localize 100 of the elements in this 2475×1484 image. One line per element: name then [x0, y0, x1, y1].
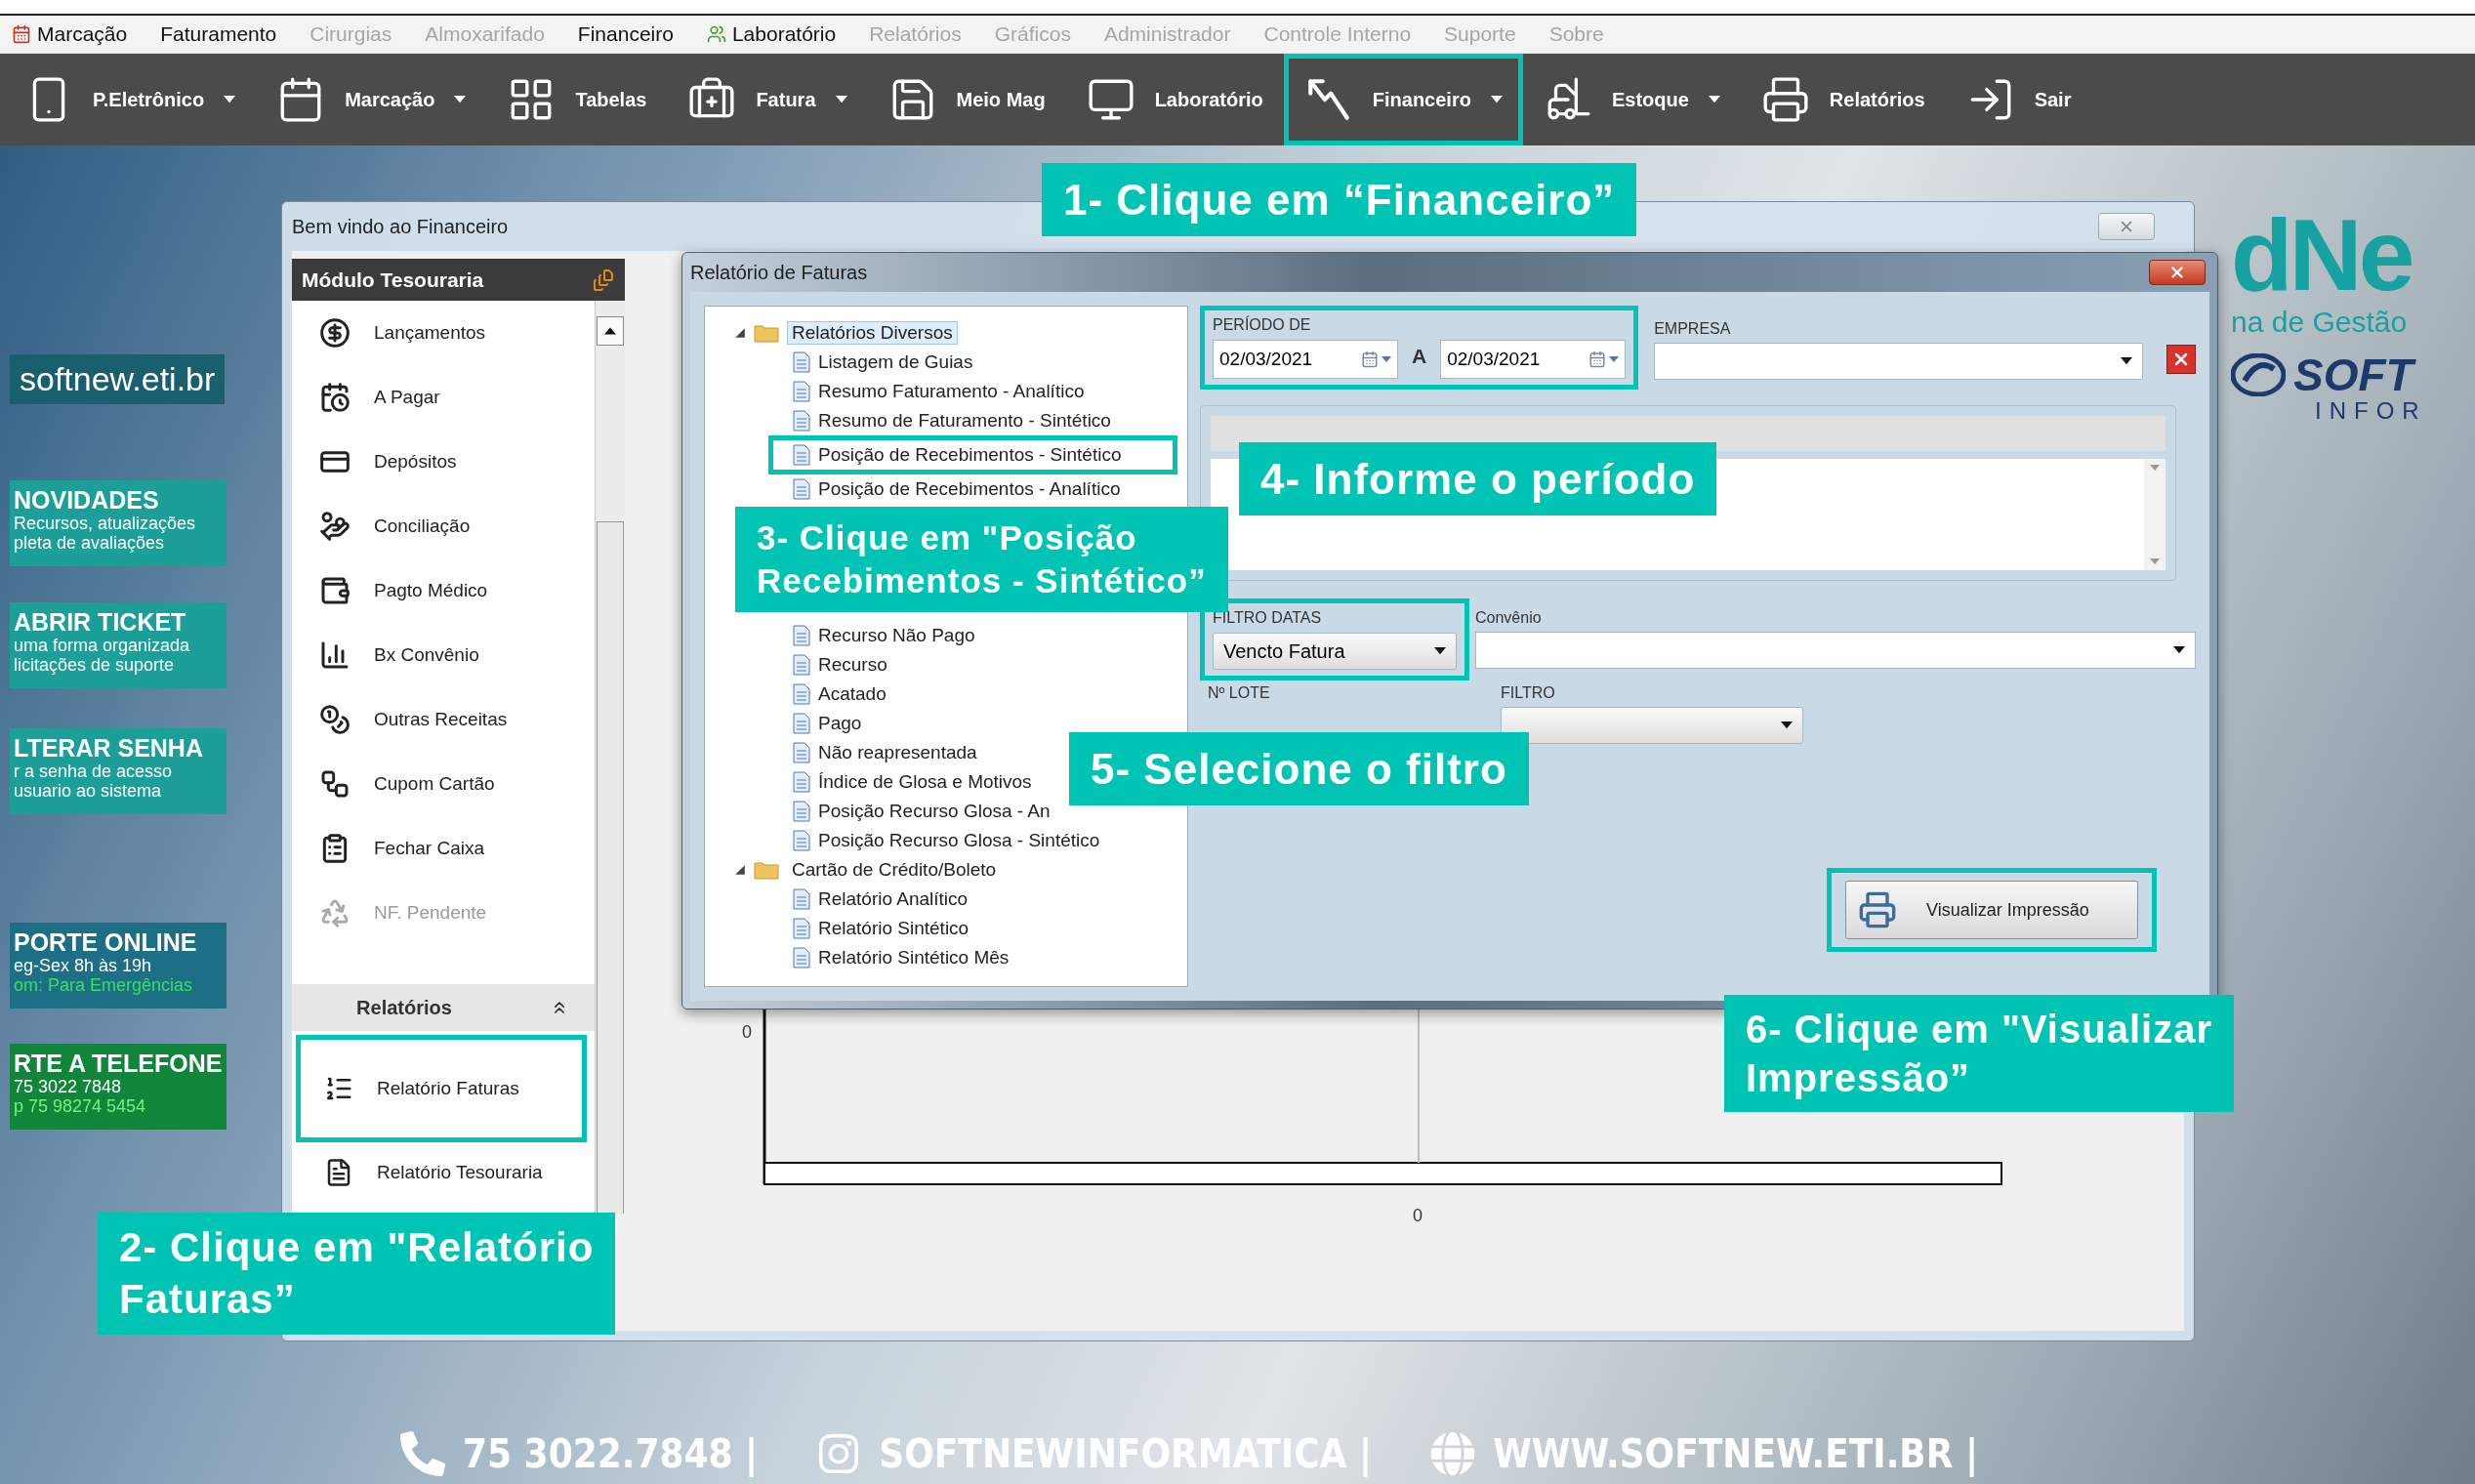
tree-item[interactable]: Recurso — [773, 650, 887, 680]
field-label: FILTRO — [1501, 684, 1556, 702]
field-label: EMPRESA — [1654, 320, 1732, 338]
document-icon — [793, 713, 810, 734]
tree-item-label[interactable]: Relatórios Diversos — [787, 321, 958, 345]
menu-item[interactable]: Faturamento — [160, 22, 277, 46]
tree-item[interactable]: Cartão de Crédito/Boleto — [705, 855, 1187, 885]
brand-name: dNe — [2231, 204, 2413, 306]
nav-item[interactable]: Conciliação — [292, 494, 595, 558]
banner-title: LTERAR SENHA — [14, 734, 204, 763]
document-icon — [793, 410, 810, 432]
tree-item[interactable]: Resumo Faturamento - Analítico — [773, 377, 1085, 406]
printer-icon — [1858, 890, 1897, 929]
tree-item[interactable]: Relatório Analítico — [773, 885, 969, 914]
callout-label: 6- Clique em "Visualizar Impressão” — [1724, 995, 2234, 1112]
nav-item[interactable]: Outras Receitas — [292, 687, 595, 752]
documents-icon[interactable] — [592, 268, 615, 292]
tree-item[interactable]: Acatado — [773, 680, 887, 709]
document-icon — [793, 947, 810, 969]
dialog-title: Relatório de Faturas — [690, 261, 868, 284]
document-icon — [793, 771, 810, 793]
nav-item[interactable]: Fechar Caixa — [292, 816, 595, 881]
dropdown-field[interactable] — [1654, 343, 2143, 380]
tree-item[interactable]: Não reapresentada — [773, 738, 977, 767]
tree-item[interactable]: Relatórios Diversos — [705, 318, 1187, 348]
scroll-up-arrow-icon[interactable] — [604, 327, 616, 335]
tree-item[interactable]: Listagem de Guias — [773, 348, 973, 377]
brand-tagline: na de Gestão — [2231, 306, 2409, 339]
tree-item[interactable]: Posição de Recebimentos - Sintético — [773, 440, 1122, 470]
axis-tick-label: 0 — [742, 1022, 752, 1042]
toolbar-button[interactable]: Fatura — [672, 59, 863, 141]
banner-text: p 75 98274 5454 — [14, 1096, 147, 1117]
nodes-icon — [319, 768, 351, 800]
tree-item[interactable]: Pago — [773, 709, 862, 738]
caret-icon — [1609, 356, 1620, 362]
wallet-icon — [319, 575, 351, 606]
banner-text: 75 3022 7848 — [14, 1078, 123, 1097]
close-button[interactable] — [2149, 260, 2206, 285]
clear-button[interactable] — [2166, 345, 2196, 374]
expand-toggle-icon[interactable] — [734, 864, 746, 876]
field-label: PERÍODO DE — [1213, 316, 1312, 334]
dropdown-field[interactable] — [1501, 707, 1803, 744]
banner-title: PORTE ONLINE — [14, 928, 198, 957]
banner-text: om: Para Emergências — [14, 975, 194, 996]
dropdown-field[interactable] — [1475, 632, 2196, 669]
toolbar-button[interactable]: Relatórios — [1745, 59, 1941, 141]
field-label: Nº LOTE — [1208, 684, 1271, 702]
folder-icon — [754, 323, 779, 343]
date-field[interactable]: 02/03/2021 — [1213, 340, 1398, 379]
tree-item[interactable]: Posição Recurso Glosa - An — [773, 797, 1051, 826]
document-icon — [793, 351, 810, 373]
section-header[interactable]: Relatórios — [292, 984, 595, 1031]
close-icon — [2168, 264, 2186, 281]
banner-title: NOVIDADES — [14, 486, 160, 515]
nav-item[interactable]: Depósitos — [292, 430, 595, 494]
expand-toggle-icon[interactable] — [734, 327, 746, 339]
callout-label: 1- Clique em “Financeiro” — [1042, 163, 1637, 236]
phone-icon — [400, 1431, 445, 1476]
menu-item[interactable]: Marcação — [12, 22, 128, 46]
dropdown-field[interactable]: Vencto Fatura — [1213, 633, 1457, 670]
calendar-icon — [1588, 350, 1607, 368]
tree-item[interactable]: Relatório Sintético Mês — [773, 943, 1010, 972]
banner-title: RTE A TELEFONE — [14, 1050, 223, 1078]
scrollbar[interactable] — [2144, 459, 2166, 570]
tree-item[interactable]: Posição de Recebimentos - Analítico — [773, 474, 1121, 504]
tree-item[interactable]: Índice de Glosa e Motivos — [773, 767, 1032, 797]
nav-item[interactable]: Cupom Cartão — [292, 752, 595, 816]
tree-item[interactable]: Resumo de Faturamento - Sintético — [773, 406, 1111, 435]
nav-item[interactable]: A Pagar — [292, 365, 595, 430]
tree-item-label[interactable]: Cartão de Crédito/Boleto — [787, 858, 1002, 882]
tree-item[interactable]: Recurso Não Pago — [773, 621, 975, 650]
banner-text: usuario ao sistema — [14, 781, 163, 802]
toolbar-button[interactable]: Sair — [1950, 59, 2087, 141]
banner-text: Recursos, atualizações — [14, 515, 197, 534]
caret-icon — [1382, 356, 1391, 362]
banner-text: eg-Sex 8h às 19h — [14, 957, 153, 976]
banner-text: softnew.eti.br — [10, 354, 225, 404]
preview-print-button[interactable]: Visualizar Impressão — [1845, 881, 2138, 939]
banner-text: licitações de suporte — [14, 655, 175, 676]
toolbar-button[interactable]: Estoque — [1527, 59, 1736, 141]
toolbar-button[interactable]: Tabelas — [491, 59, 663, 141]
field-label: Convênio — [1475, 609, 1543, 627]
date-field[interactable]: 02/03/2021 — [1440, 340, 1627, 379]
menu-item[interactable]: Laboratório — [706, 22, 837, 46]
tree-item[interactable]: Posição Recurso Glosa - Sintético — [773, 826, 1100, 855]
menu-item[interactable]: Financeiro — [577, 22, 674, 46]
scrollbar[interactable] — [595, 301, 625, 1214]
banner-text: uma forma organizada — [14, 637, 191, 656]
callout-label: 2- Clique em "Relatório Faturas” — [98, 1213, 616, 1335]
toolbar-button[interactable]: Marcação — [261, 59, 482, 141]
nav-item[interactable]: Pagto Médico — [292, 558, 595, 623]
toolbar-button[interactable]: P.Eletrônico — [9, 59, 252, 141]
document-icon — [793, 444, 810, 466]
nav-item[interactable]: Lançamentos — [292, 301, 595, 365]
tree-item[interactable]: Relatório Sintético — [773, 914, 969, 943]
toolbar-button[interactable]: Meio Mag — [872, 59, 1061, 141]
banner-text: r a senha de acesso — [14, 763, 174, 782]
toolbar-button[interactable]: Laboratório — [1070, 59, 1279, 141]
nav-item[interactable]: Bx Convênio — [292, 623, 595, 687]
toolbar-button[interactable]: Financeiro — [1288, 59, 1518, 141]
